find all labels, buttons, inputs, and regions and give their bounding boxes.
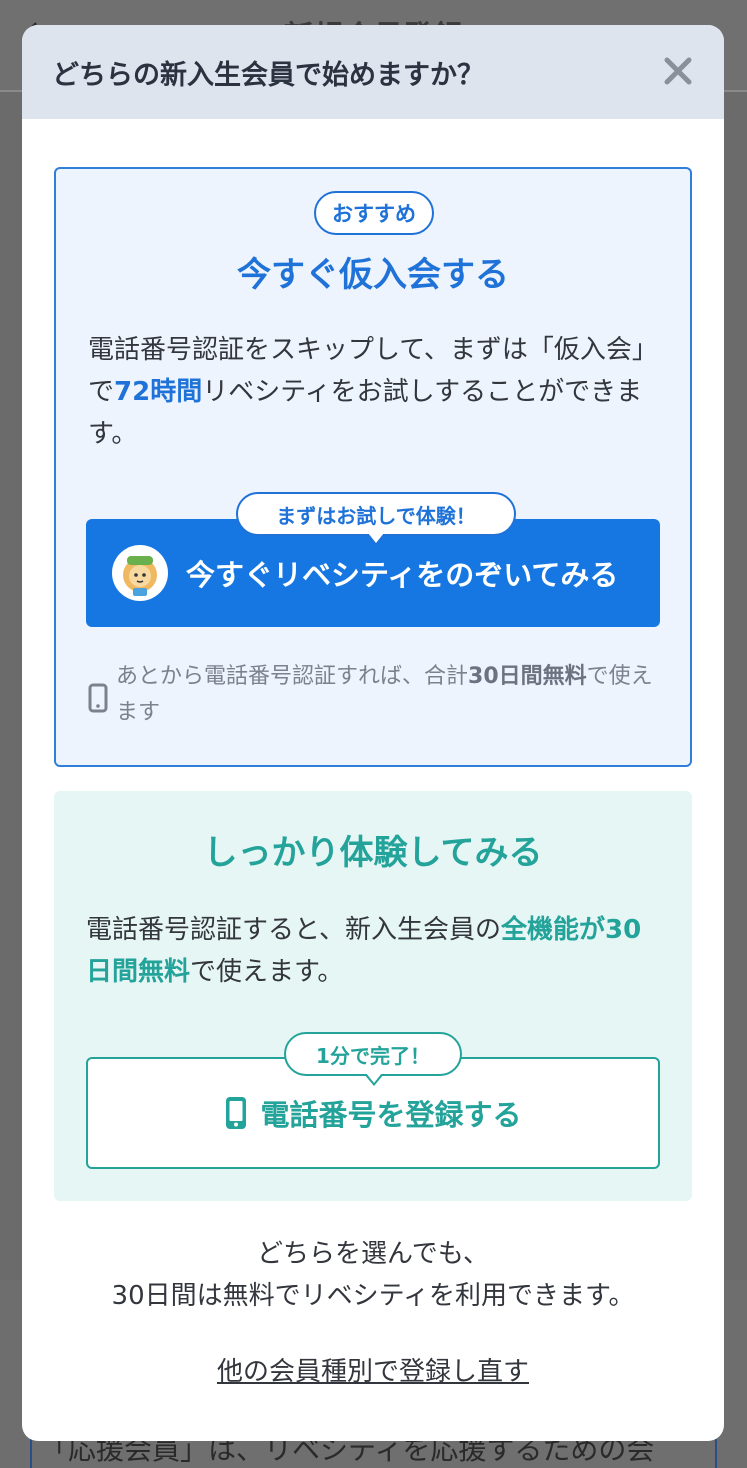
modal-title: どちらの新入生会員で始めますか？ <box>52 59 484 91</box>
membership-choice-modal: どちらの新入生会員で始めますか？ おすすめ 今すぐ仮入会する 電話番号認証をスキ… <box>22 25 724 1441</box>
close-icon <box>664 57 692 85</box>
trial-note: あとから電話番号認証すれば、合計30日間無料で使えます <box>88 659 658 731</box>
trial-bubble-tail-inner <box>368 533 384 543</box>
smartphone-icon <box>226 1097 247 1129</box>
trial-join-button-label: 今すぐリベシティをのぞいてみる <box>186 558 619 592</box>
trial-speech-bubble: まずはお試しで体験！ <box>236 492 516 536</box>
trial-option-title: 今すぐ仮入会する <box>237 255 509 295</box>
smartphone-icon <box>88 683 108 713</box>
full-trial-option-description: 電話番号認証すると、新入生会員の全機能が30日間無料で使えます。 <box>86 915 642 987</box>
full-trial-bubble-tail-inner <box>366 1073 382 1083</box>
re-register-link[interactable]: 他の会員種別で登録し直す <box>22 1351 724 1388</box>
trial-note-text: あとから電話番号認証すれば、合計30日間無料で使えます <box>116 664 653 725</box>
close-button[interactable] <box>658 51 698 91</box>
free-period-notice: どちらを選んでも、 30日間は無料でリベシティを利用できます。 <box>111 1239 635 1311</box>
recommended-badge: おすすめ <box>314 191 434 235</box>
trial-option-card: おすすめ 今すぐ仮入会する 電話番号認証をスキップして、まずは「仮入会」で72時… <box>54 167 692 767</box>
full-trial-speech-bubble: 1分で完了！ <box>284 1032 462 1076</box>
full-trial-option-card: しっかり体験してみる 電話番号認証すると、新入生会員の全機能が30日間無料で使え… <box>54 791 692 1201</box>
full-trial-option-title: しっかり体験してみる <box>203 833 543 873</box>
trial-option-description: 電話番号認証をスキップして、まずは「仮入会」で72時間リベシティをお試しすること… <box>88 335 658 449</box>
register-phone-button-label: 電話番号を登録する <box>260 1098 522 1132</box>
lion-mascot-icon <box>112 545 168 601</box>
modal-header: どちらの新入生会員で始めますか？ <box>22 25 724 119</box>
